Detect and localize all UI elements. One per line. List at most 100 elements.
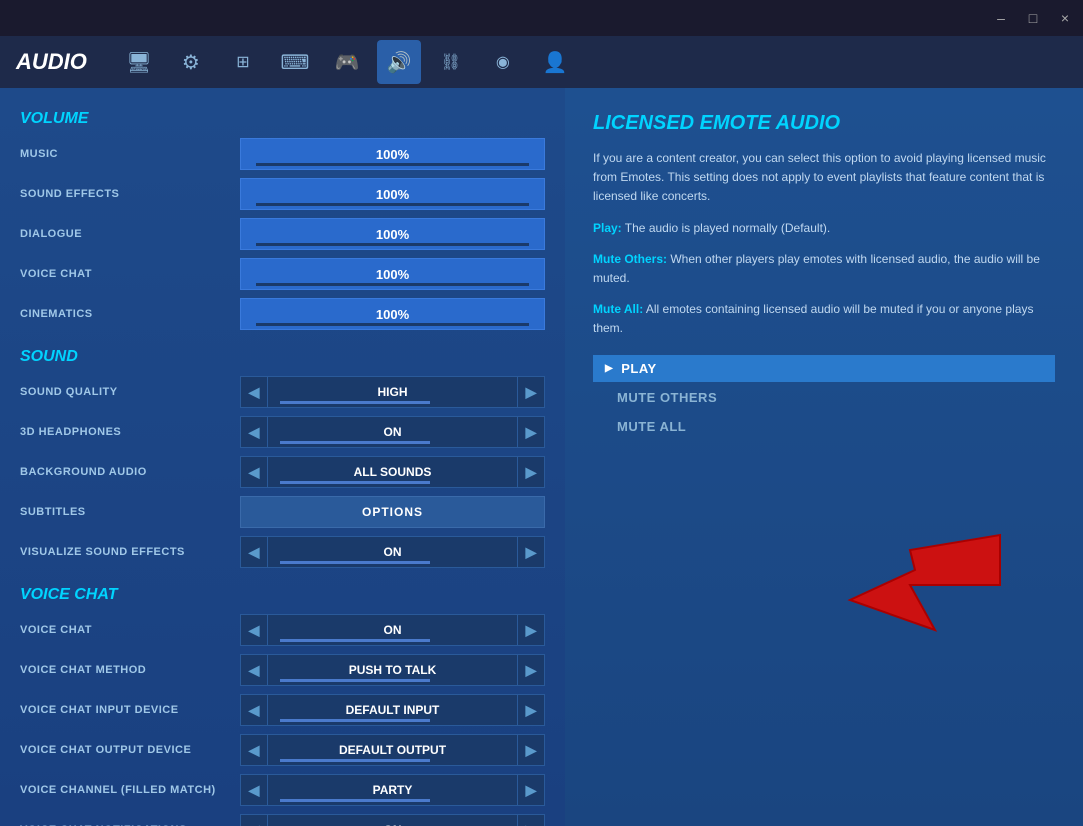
title-bar: – □ × (0, 0, 1083, 36)
red-arrow-icon (845, 530, 1005, 650)
nav-icon-keyboard[interactable]: ⌨ (273, 40, 317, 84)
label-voice-chat: Voice Chat (20, 624, 240, 636)
selector-voice-chat-notifications: ◀ On ▶ (240, 814, 545, 826)
nav-icons: 🖥 ⚙ ⊞ ⌨ 🎮 🔊 ⛓ ◉ 👤 (117, 40, 577, 84)
setting-dialogue: Dialogue 100% (20, 216, 545, 252)
background-audio-next[interactable]: ▶ (517, 456, 545, 488)
voice-chat-notif-prev[interactable]: ◀ (240, 814, 268, 826)
background-audio-prev[interactable]: ◀ (240, 456, 268, 488)
left-panel: Volume Music 100% Sound Effects 100% Dia… (0, 88, 565, 826)
voice-chat-notif-next[interactable]: ▶ (517, 814, 545, 826)
voice-chat-input-prev[interactable]: ◀ (240, 694, 268, 726)
label-sound-quality: Sound Quality (20, 386, 240, 398)
nav-icon-gamepad[interactable]: ◉ (481, 40, 525, 84)
label-voice-chat-method: Voice Chat Method (20, 664, 240, 676)
info-description-1: If you are a content creator, you can se… (593, 149, 1055, 207)
nav-icon-account[interactable]: 👤 (533, 40, 577, 84)
option-mute-all[interactable]: Mute All (593, 413, 1055, 440)
volume-bar-voice-chat[interactable]: 100% (240, 258, 545, 290)
nav-icon-layout[interactable]: ⊞ (221, 40, 265, 84)
selector-voice-chat-input: ◀ Default Input ▶ (240, 694, 545, 726)
3d-headphones-value: On (268, 416, 517, 448)
setting-sound-quality: Sound Quality ◀ High ▶ (20, 374, 545, 410)
maximize-button[interactable]: □ (1023, 10, 1043, 26)
label-voice-chat-input: Voice Chat Input Device (20, 704, 240, 716)
3d-headphones-prev[interactable]: ◀ (240, 416, 268, 448)
mute-others-label: Mute Others: (593, 252, 667, 266)
subtitles-options-btn[interactable]: Options (240, 496, 545, 528)
sound-effects-value[interactable]: 100% (240, 178, 545, 210)
voice-channel-prev[interactable]: ◀ (240, 774, 268, 806)
sound-quality-next[interactable]: ▶ (517, 376, 545, 408)
visualize-sound-next[interactable]: ▶ (517, 536, 545, 568)
label-voice-channel: Voice Channel (Filled Match) (20, 784, 240, 796)
selector-voice-chat: ◀ On ▶ (240, 614, 545, 646)
setting-subtitles: Subtitles Options (20, 494, 545, 530)
voice-chat-output-prev[interactable]: ◀ (240, 734, 268, 766)
setting-voice-chat-method: Voice Chat Method ◀ Push To Talk ▶ (20, 652, 545, 688)
nav-icon-controller[interactable]: 🎮 (325, 40, 369, 84)
volume-bar-cinematics[interactable]: 100% (240, 298, 545, 330)
nav-icon-gear[interactable]: ⚙ (169, 40, 213, 84)
voice-chat-method-next[interactable]: ▶ (517, 654, 545, 686)
voice-chat-next[interactable]: ▶ (517, 614, 545, 646)
setting-voice-chat: Voice Chat ◀ On ▶ (20, 612, 545, 648)
section-title-voice-chat: Voice Chat (20, 586, 545, 604)
mute-all-label: Mute All: (593, 302, 643, 316)
voice-chat-output-value: Default Output (268, 734, 517, 766)
volume-bar-music[interactable]: 100% (240, 138, 545, 170)
label-dialogue: Dialogue (20, 228, 240, 240)
section-title-volume: Volume (20, 110, 545, 128)
option-play[interactable]: Play (593, 355, 1055, 382)
selector-voice-chat-output: ◀ Default Output ▶ (240, 734, 545, 766)
label-subtitles: Subtitles (20, 506, 240, 518)
voice-chat-method-prev[interactable]: ◀ (240, 654, 268, 686)
voice-channel-value: Party (268, 774, 517, 806)
voice-chat-output-next[interactable]: ▶ (517, 734, 545, 766)
voice-chat-volume-value[interactable]: 100% (240, 258, 545, 290)
selector-visualize-sound: ◀ On ▶ (240, 536, 545, 568)
voice-chat-input-next[interactable]: ▶ (517, 694, 545, 726)
option-mute-others[interactable]: Mute Others (593, 384, 1055, 411)
setting-music: Music 100% (20, 136, 545, 172)
nav-icon-audio[interactable]: 🔊 (377, 40, 421, 84)
nav-icon-monitor[interactable]: 🖥 (117, 40, 161, 84)
voice-chat-prev[interactable]: ◀ (240, 614, 268, 646)
voice-channel-next[interactable]: ▶ (517, 774, 545, 806)
label-3d-headphones: 3D Headphones (20, 426, 240, 438)
sound-quality-prev[interactable]: ◀ (240, 376, 268, 408)
minimize-button[interactable]: – (991, 10, 1011, 26)
voice-chat-value: On (268, 614, 517, 646)
setting-voice-chat-notifications: Voice Chat Notifications ◀ On ▶ (20, 812, 545, 826)
voice-chat-notif-value: On (268, 814, 517, 826)
3d-headphones-next[interactable]: ▶ (517, 416, 545, 448)
close-button[interactable]: × (1055, 10, 1075, 26)
right-panel: Licensed Emote Audio If you are a conten… (565, 88, 1083, 826)
cinematics-value[interactable]: 100% (240, 298, 545, 330)
background-audio-value: All Sounds (268, 456, 517, 488)
volume-bar-sound-effects[interactable]: 100% (240, 178, 545, 210)
info-mute-all-description: Mute All: All emotes containing licensed… (593, 300, 1055, 338)
voice-chat-method-value: Push To Talk (268, 654, 517, 686)
setting-voice-channel: Voice Channel (Filled Match) ◀ Party ▶ (20, 772, 545, 808)
section-title-sound: Sound (20, 348, 545, 366)
label-cinematics: Cinematics (20, 308, 240, 320)
selector-sound-quality: ◀ High ▶ (240, 376, 545, 408)
dialogue-value[interactable]: 100% (240, 218, 545, 250)
play-label: Play: (593, 221, 622, 235)
label-visualize-sound: Visualize Sound Effects (20, 546, 240, 558)
voice-chat-input-value: Default Input (268, 694, 517, 726)
visualize-sound-prev[interactable]: ◀ (240, 536, 268, 568)
label-voice-chat-output: Voice Chat Output Device (20, 744, 240, 756)
setting-voice-chat-volume: Voice Chat 100% (20, 256, 545, 292)
label-sound-effects: Sound Effects (20, 188, 240, 200)
arrow-container (593, 460, 1055, 660)
setting-visualize-sound: Visualize Sound Effects ◀ On ▶ (20, 534, 545, 570)
music-value[interactable]: 100% (240, 138, 545, 170)
visualize-sound-value: On (268, 536, 517, 568)
volume-bar-dialogue[interactable]: 100% (240, 218, 545, 250)
play-text: The audio is played normally (Default). (622, 221, 831, 235)
setting-background-audio: Background Audio ◀ All Sounds ▶ (20, 454, 545, 490)
nav-icon-network[interactable]: ⛓ (429, 40, 473, 84)
label-music: Music (20, 148, 240, 160)
